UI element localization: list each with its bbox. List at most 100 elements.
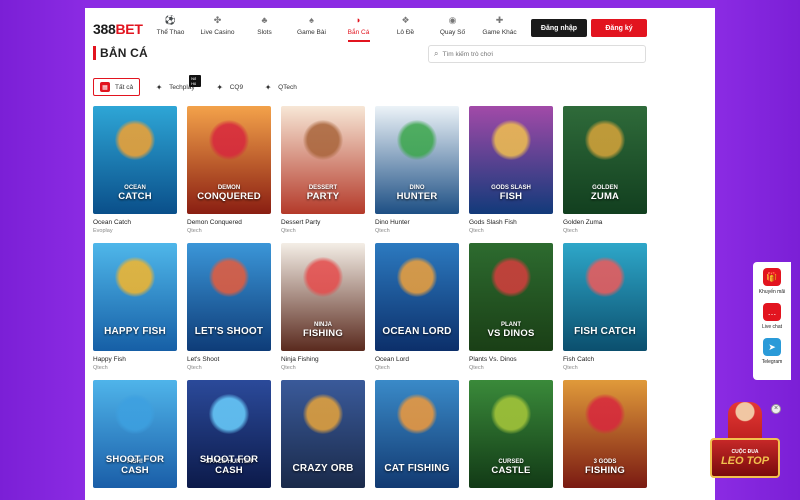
site-logo[interactable]: 388 BET (93, 21, 143, 37)
side-item-0[interactable]: 🎁 Khuyến mãi (759, 268, 785, 295)
filter-chip-1[interactable]: ✦ Techplay Nổ Hũ (148, 75, 201, 96)
game-card[interactable]: OCEAN CATCH Ocean Catch Evoplay (93, 106, 177, 243)
new-badge: Nổ Hũ (189, 75, 201, 87)
nav-item-label: Bắn Cá (347, 29, 370, 36)
game-logo-line2: OCEAN LORD (382, 326, 452, 337)
nav-item-0[interactable]: ⚽ Thể Thao (147, 15, 194, 42)
game-thumbnail[interactable]: PLANT VS DINOS (469, 243, 553, 351)
game-logo-line2: CAT FISHING (384, 463, 450, 474)
soccer-ball-icon: ⚽ (164, 14, 177, 25)
nav-item-1[interactable]: ✤ Live Casino (194, 15, 241, 42)
provider-filters: ▦ Tất cả ✦ Techplay Nổ Hũ ✦ CQ9 ✦ QTech (93, 75, 311, 96)
game-card[interactable]: DESSERT PARTY Dessert Party Qtech (281, 106, 365, 243)
game-character-art (585, 394, 625, 434)
gift-icon: 🎁 (763, 268, 781, 286)
fish-icon: ◗ (355, 15, 362, 25)
game-thumbnail[interactable]: OCEAN LORD (375, 243, 459, 351)
game-thumbnail[interactable]: CURSED CASTLE (469, 380, 553, 488)
game-thumbnail[interactable]: NINJA FISHING (281, 243, 365, 351)
logo-suffix: BET (115, 21, 143, 37)
game-character-art (491, 120, 531, 160)
nav-item-7[interactable]: ✚ Game Khác (476, 15, 523, 42)
promo-banner[interactable]: CUỘC ĐUA LEO TOP (710, 438, 780, 478)
game-card[interactable]: HAPPY FISH Happy Fish Qtech (93, 243, 177, 380)
game-thumbnail[interactable]: SPACE HUNTER SHOOT FOR CASH (187, 380, 271, 488)
game-logo-line2: SHOOT FOR CASH (199, 454, 259, 476)
nav-item-label: Lô Đề (396, 29, 415, 36)
nav-item-5[interactable]: ❖ Lô Đề (382, 15, 429, 42)
game-card[interactable]: CAT FISHING (375, 380, 459, 500)
game-provider: Qtech (281, 228, 296, 234)
nav-item-6[interactable]: ◉ Quay Số (429, 15, 476, 42)
game-thumbnail[interactable]: 3 GODS FISHING (563, 380, 647, 488)
search-input[interactable] (442, 50, 633, 58)
nav-item-label: Slots (257, 29, 272, 36)
game-card[interactable]: SPACE HUNTER SHOOT FOR CASH (187, 380, 271, 500)
login-button[interactable]: Đăng nhập (531, 19, 587, 37)
game-provider: Qtech (187, 365, 202, 371)
game-name: Demon Conquered (187, 219, 242, 226)
game-name: Ninja Fishing (281, 356, 319, 363)
side-item-1[interactable]: … Live chat (762, 303, 782, 330)
playing-cards-icon: ♠ (309, 15, 314, 25)
game-card[interactable]: GOLDEN ZUMA Golden Zuma Qtech (563, 106, 647, 243)
game-thumbnail[interactable]: GOLDEN ZUMA (563, 106, 647, 214)
main-nav: ⚽ Thể Thao ✤ Live Casino ♣ Slots ♠ Game Bài ◗ Bắn… (147, 15, 523, 42)
game-card[interactable]: DEMON CONQUERED Demon Conquered Qtech (187, 106, 271, 243)
side-item-label: Telegram (761, 359, 783, 365)
game-thumbnail[interactable]: HAPPY FISH (93, 243, 177, 351)
side-item-2[interactable]: ➤ Telegram (761, 338, 783, 365)
casino-chip-icon: ✤ (213, 14, 222, 25)
game-card[interactable]: LET'S SHOOT Let's Shoot Qtech (187, 243, 271, 380)
game-name: Happy Fish (93, 356, 126, 363)
top-header: 388 BET ⚽ Thể Thao ✤ Live Casino ♣ Slots ♠ Game … (85, 8, 715, 44)
game-name: Gods Slash Fish (469, 219, 517, 226)
game-card[interactable]: OCEAN LORD Ocean Lord Qtech (375, 243, 459, 380)
nav-item-2[interactable]: ♣ Slots (241, 15, 288, 42)
game-thumbnail[interactable]: CRAZY ORB (281, 380, 365, 488)
game-card[interactable]: NINJA FISHING Ninja Fishing Qtech (281, 243, 365, 380)
filter-chip-0[interactable]: ▦ Tất cả (93, 78, 141, 96)
game-thumbnail[interactable]: LET'S SHOOT (187, 243, 271, 351)
game-thumbnail[interactable]: OCEAN CATCH (93, 106, 177, 214)
game-logo-line2: CASTLE (491, 465, 531, 476)
game-thumbnail[interactable]: DINO HUNTER (375, 106, 459, 214)
register-button[interactable]: Đăng ký (591, 19, 647, 37)
game-card[interactable]: DINO HUNTER Dino Hunter Qtech (375, 106, 459, 243)
game-card[interactable]: FISH CATCH Fish Catch Qtech (563, 243, 647, 380)
filter-chip-3[interactable]: ✦ QTech (257, 78, 303, 96)
game-card[interactable]: CRAZY ORB (281, 380, 365, 500)
nav-item-4[interactable]: ◗ Bắn Cá (335, 15, 382, 42)
game-card[interactable]: 3 GODS FISHING (563, 380, 647, 500)
game-character-art (115, 394, 155, 434)
side-item-label: Live chat (761, 324, 782, 330)
nav-item-3[interactable]: ♠ Game Bài (288, 15, 335, 42)
close-icon[interactable]: × (771, 404, 781, 414)
game-thumbnail[interactable]: CAT FISHING (375, 380, 459, 488)
game-logo-line2: HUNTER (396, 191, 438, 202)
game-provider: Qtech (469, 365, 484, 371)
game-thumbnail[interactable]: DEMON CONQUERED (187, 106, 271, 214)
game-character-art (303, 120, 343, 160)
promo-leo-top[interactable]: CUỘC ĐUA LEO TOP × (710, 402, 785, 480)
game-thumbnail[interactable]: FISH CATCH (563, 243, 647, 351)
game-thumbnail[interactable]: FISH! SHOOT FOR CASH (93, 380, 177, 488)
game-thumbnail[interactable]: GODS SLASH FISH (469, 106, 553, 214)
filter-chip-2[interactable]: ✦ CQ9 (209, 78, 249, 96)
search-box[interactable]: ⌕ (428, 45, 646, 63)
game-name: Plants Vs. Dinos (469, 356, 517, 363)
techplay-logo-icon: ✦ (155, 82, 163, 92)
game-thumbnail[interactable]: DESSERT PARTY (281, 106, 365, 214)
game-card[interactable]: FISH! SHOOT FOR CASH (93, 380, 177, 500)
game-logo-line2: CATCH (118, 191, 152, 202)
game-card[interactable]: CURSED CASTLE (469, 380, 553, 500)
game-card[interactable]: PLANT VS DINOS Plants Vs. Dinos Qtech (469, 243, 553, 380)
game-card[interactable]: GODS SLASH FISH Gods Slash Fish Qtech (469, 106, 553, 243)
game-provider: Qtech (375, 228, 390, 234)
nav-item-label: Live Casino (200, 29, 235, 36)
chat-icon: … (762, 303, 781, 321)
game-character-art (397, 257, 437, 297)
filter-label: Tất cả (115, 83, 134, 91)
side-item-label: Khuyến mãi (758, 289, 786, 295)
telegram-icon: ➤ (762, 338, 781, 356)
